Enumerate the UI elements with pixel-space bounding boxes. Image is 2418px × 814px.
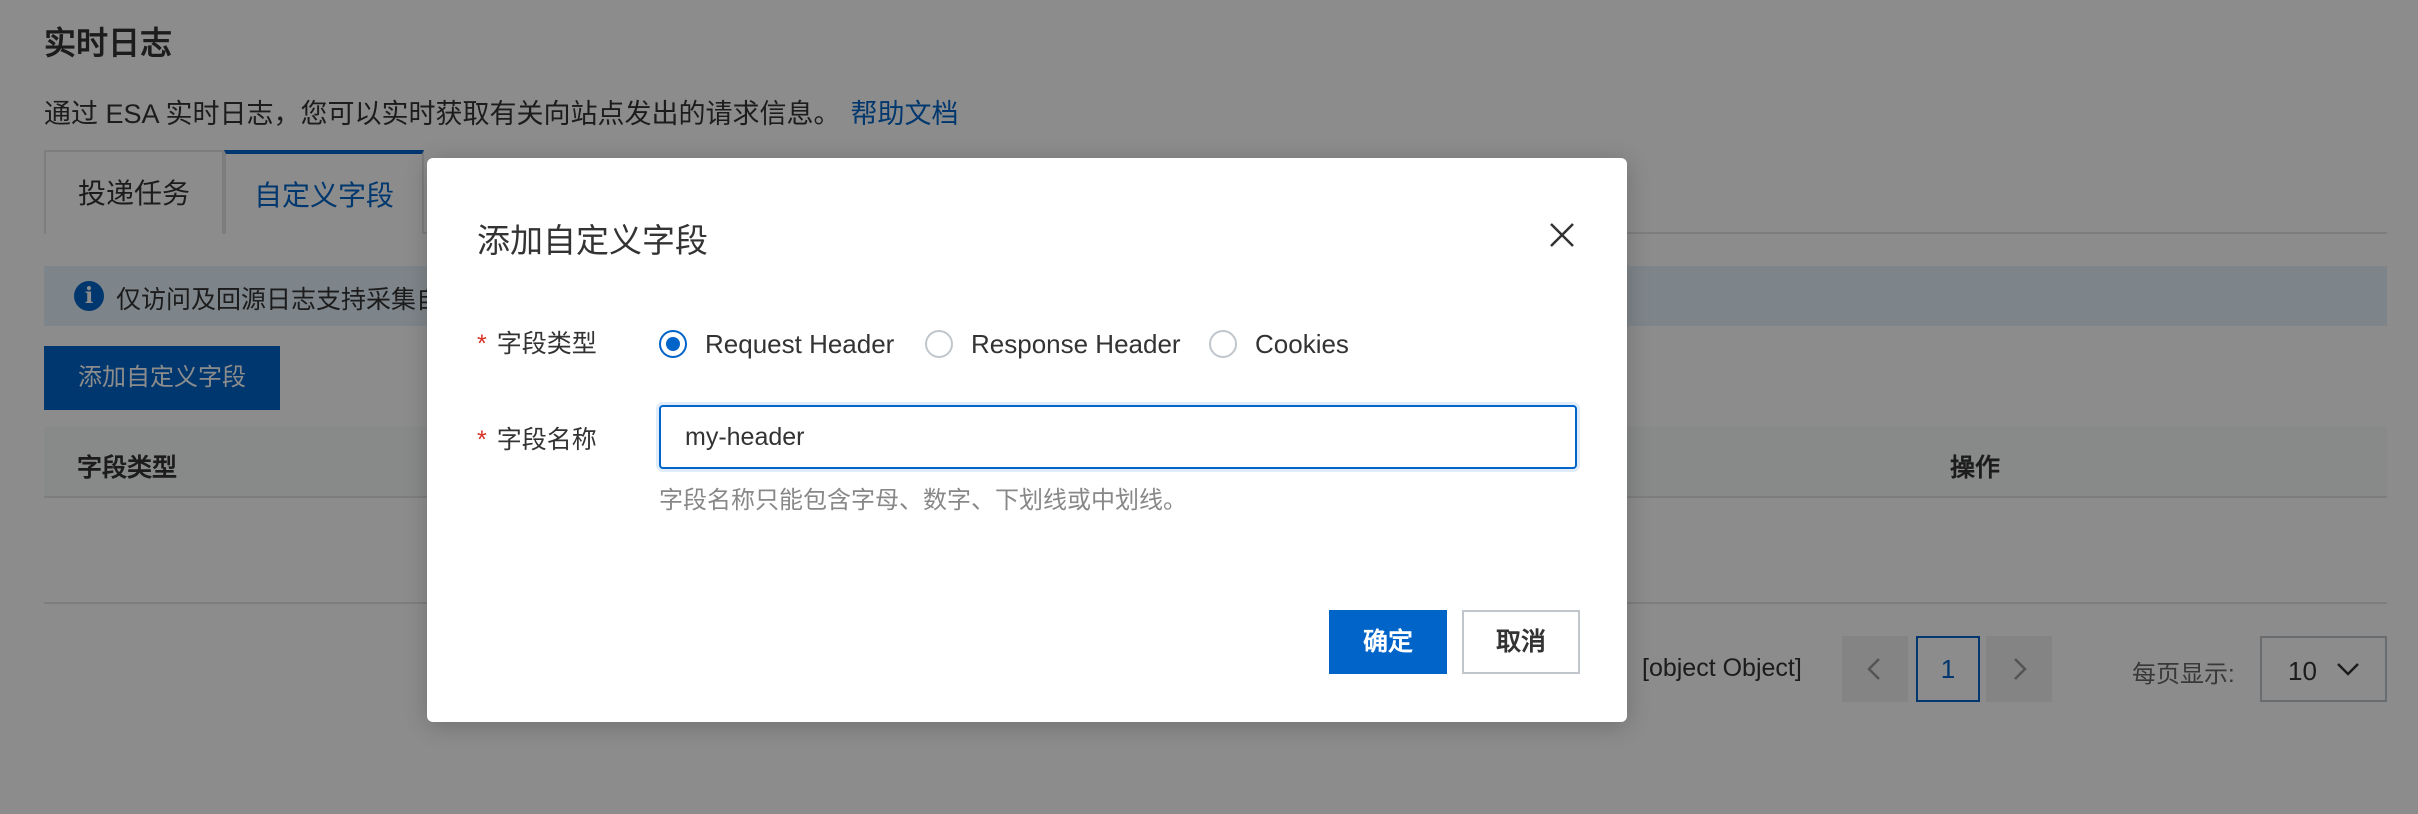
radio-label: Response Header [971,329,1181,359]
confirm-button[interactable]: 确定 [1329,610,1447,674]
radio-response-header[interactable]: Response Header [925,326,1185,366]
radio-unchecked-icon [925,330,953,358]
radio-cookies[interactable]: Cookies [1209,326,1349,366]
radio-unchecked-icon [1209,330,1237,358]
radio-request-header[interactable]: Request Header [659,326,899,366]
radio-label: Cookies [1255,329,1349,359]
close-icon[interactable] [1547,220,1577,250]
required-mark: * [477,426,487,454]
dialog-title: 添加自定义字段 [477,222,708,259]
radio-checked-icon [659,330,687,358]
field-name-label-text: 字段名称 [496,426,597,454]
radio-label: Request Header [705,329,895,359]
add-custom-field-dialog: 添加自定义字段 * 字段类型 Request Header Response He… [427,158,1627,722]
field-name-label: * 字段名称 [477,420,597,456]
field-name-hint: 字段名称只能包含字母、数字、下划线或中划线。 [659,487,1187,514]
field-name-input[interactable] [659,405,1577,469]
cancel-button[interactable]: 取消 [1462,610,1580,674]
field-type-label-text: 字段类型 [496,330,597,358]
field-type-label: * 字段类型 [477,324,597,360]
required-mark: * [477,330,487,358]
